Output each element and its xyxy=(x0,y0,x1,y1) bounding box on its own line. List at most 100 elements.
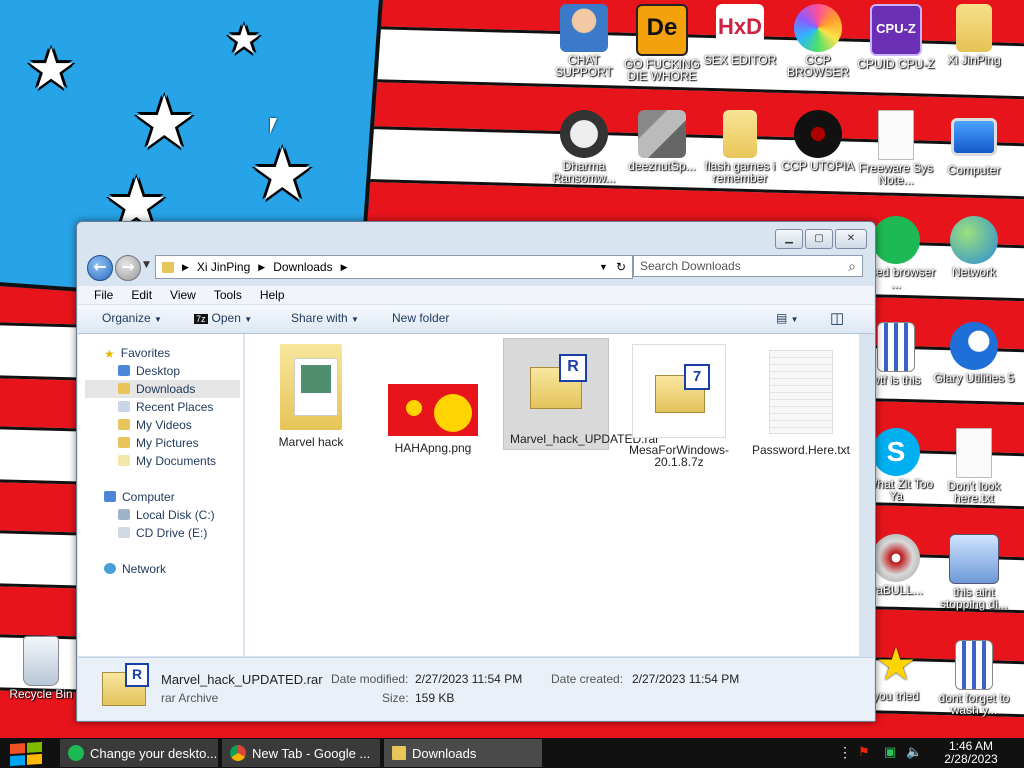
image-thumbnail-icon xyxy=(388,384,478,436)
back-button[interactable]: ← xyxy=(87,255,113,281)
nav-downloads[interactable]: Downloads xyxy=(85,380,240,398)
nav-network[interactable]: Network xyxy=(104,560,166,578)
file-list: Marvel hack HAHApng.png R Marvel_hack_UP… xyxy=(245,334,859,656)
menu-help[interactable]: Help xyxy=(260,286,285,304)
breadcrumb-separator-icon: ▶ xyxy=(340,261,348,272)
task-button-3[interactable]: Downloads xyxy=(384,739,542,767)
recycle-bin-icon xyxy=(23,636,59,686)
nav-favorites[interactable]: ★ Favorites xyxy=(104,344,170,362)
cd-drive-icon xyxy=(118,527,130,538)
change-view-icon[interactable]: ▤ ▼ xyxy=(776,311,799,325)
start-button[interactable] xyxy=(10,741,42,767)
dark-disc-icon xyxy=(794,110,842,158)
winrar-archive-icon: R xyxy=(530,354,587,409)
taskbar: Change your deskto... New Tab - Google .… xyxy=(0,738,1024,768)
support-agent-icon xyxy=(560,4,608,52)
desktop-icon-de[interactable]: De GO FUCKING DIE WHORE xyxy=(621,4,703,82)
nav-computer[interactable]: Computer xyxy=(104,488,175,506)
green-chat-icon xyxy=(68,745,84,761)
desktop-icon-cpuz[interactable]: CPU-Z CPUID CPU-Z xyxy=(855,4,937,70)
menu-edit[interactable]: Edit xyxy=(131,286,152,304)
detail-file-name: Marvel_hack_UPDATED.rar xyxy=(161,672,323,687)
minimize-button[interactable]: ▁ xyxy=(775,229,803,249)
folder-icon xyxy=(162,261,174,273)
desktop-icon-ccp-utopia[interactable]: CCP UTOPIA xyxy=(777,110,859,172)
computer-icon xyxy=(104,491,116,502)
nav-recent-places[interactable]: Recent Places xyxy=(118,398,213,416)
desktop-icon-chat-support[interactable]: CHAT SUPPORT xyxy=(543,4,625,78)
mouse-cursor-icon xyxy=(270,118,284,134)
detail-created-value: 2/27/2023 11:54 PM xyxy=(632,672,740,686)
desktop-icon-computer[interactable]: Computer xyxy=(933,110,1015,176)
desktop-icon-dont-look[interactable]: Don't look here.txt xyxy=(933,428,1015,504)
desktop-icon-glary[interactable]: Glary Utilities 5 xyxy=(933,322,1015,384)
action-center-flag-icon[interactable]: ⚑ xyxy=(858,744,870,760)
file-item[interactable]: 7 MesaForWindows-20.1.8.7z xyxy=(627,344,731,468)
refresh-icon[interactable]: ↻ xyxy=(616,260,626,274)
address-bar-row: ← → ▼ ▶ Xi JinPing ▶ Downloads ▶ ▼ ↻ Sea… xyxy=(85,253,865,281)
desktop-icon xyxy=(118,365,130,376)
network-icon xyxy=(950,216,998,264)
search-placeholder: Search Downloads xyxy=(640,259,741,273)
tray-overflow-icon[interactable]: ⋮ xyxy=(838,744,852,761)
de-app-icon: De xyxy=(636,4,688,56)
folder-icon xyxy=(723,110,757,158)
grid-document-icon xyxy=(955,640,993,690)
desktop-icon-dharma[interactable]: Dharma Ransomw... xyxy=(543,110,625,184)
detail-modified-label: Date modified: xyxy=(331,672,409,686)
desktop-icon-installer[interactable]: this aint stopping di... xyxy=(933,534,1015,610)
task-button-1[interactable]: Change your deskto... xyxy=(60,739,218,767)
network-tray-icon[interactable]: ▣ xyxy=(884,744,896,760)
open-button[interactable]: 7z Open ▼ xyxy=(194,311,252,325)
forward-button[interactable]: → xyxy=(115,255,141,281)
desktop-icon-freeware-note[interactable]: Freeware Sys Note... xyxy=(855,110,937,186)
nav-local-disk[interactable]: Local Disk (C:) xyxy=(118,506,215,524)
pictures-folder-icon xyxy=(118,437,130,448)
organize-button[interactable]: Organize ▼ xyxy=(102,311,162,325)
file-item[interactable]: Password.Here.txt xyxy=(749,344,853,456)
menu-tools[interactable]: Tools xyxy=(214,286,242,304)
desktop-icon-network[interactable]: Network xyxy=(933,216,1015,278)
desktop-icon-deeznut[interactable]: deeznutSp... xyxy=(621,110,703,172)
desktop-icon-ccp-browser[interactable]: CCP BROWSER xyxy=(777,4,859,78)
task-button-2[interactable]: New Tab - Google ... xyxy=(222,739,380,767)
command-bar: Organize ▼ 7z Open ▼ Share with ▼ New fol… xyxy=(78,305,874,334)
volume-icon[interactable]: 🔈 xyxy=(906,744,922,760)
menu-file[interactable]: File xyxy=(94,286,113,304)
nav-my-documents[interactable]: My Documents xyxy=(118,452,216,470)
downloads-folder-icon xyxy=(118,383,130,394)
recent-pages-chevron-icon[interactable]: ▼ xyxy=(143,260,150,270)
clock-date: 2/28/2023 xyxy=(944,752,998,766)
search-input[interactable]: Search Downloads ⌕ xyxy=(633,255,863,277)
cd-disc-icon xyxy=(872,534,920,582)
address-dropdown-icon[interactable]: ▼ xyxy=(599,262,608,272)
preview-pane-icon[interactable]: ◫ xyxy=(830,309,844,327)
file-item[interactable]: HAHApng.png xyxy=(381,344,485,454)
detail-file-type: rar Archive xyxy=(161,691,219,705)
breadcrumb[interactable]: ▶ Xi JinPing ▶ Downloads ▶ ▼ ↻ xyxy=(155,255,633,279)
close-button[interactable]: ✕ xyxy=(835,229,867,249)
file-item[interactable]: Marvel hack xyxy=(259,344,363,448)
file-item-selected[interactable]: R Marvel_hack_UPDATED.rar xyxy=(503,338,659,450)
breadcrumb-separator-icon: ▶ xyxy=(258,261,266,272)
navigation-pane: ★ Favorites Desktop Downloads Recent Plac… xyxy=(78,334,243,656)
nav-cd-drive[interactable]: CD Drive (E:) xyxy=(118,524,207,542)
desktop-icon-user[interactable]: Xi JinPing xyxy=(933,4,1015,66)
new-folder-button[interactable]: New folder xyxy=(392,311,449,325)
breadcrumb-item-downloads[interactable]: Downloads xyxy=(273,260,332,274)
menu-view[interactable]: View xyxy=(170,286,196,304)
gold-star-icon: ★ xyxy=(875,637,917,691)
nav-desktop[interactable]: Desktop xyxy=(118,362,180,380)
hard-drive-icon xyxy=(118,509,130,520)
maximize-button[interactable]: ▢ xyxy=(805,229,833,249)
desktop-icon-dont-forget[interactable]: dont forget to wash y... xyxy=(933,640,1015,716)
desktop-icon-recycle-bin[interactable]: Recycle Bin xyxy=(0,636,82,700)
breadcrumb-item-user[interactable]: Xi JinPing xyxy=(197,260,250,274)
nav-my-pictures[interactable]: My Pictures xyxy=(118,434,199,452)
clock[interactable]: 1:46 AM 2/28/2023 xyxy=(932,740,1010,766)
nav-my-videos[interactable]: My Videos xyxy=(118,416,192,434)
desktop-icon-flash-games[interactable]: flash games i remember xyxy=(699,110,781,184)
share-with-button[interactable]: Share with ▼ xyxy=(291,311,359,325)
desktop-icon-hex-editor[interactable]: HxD SEX EDITOR xyxy=(699,4,781,66)
glary-icon xyxy=(950,322,998,370)
